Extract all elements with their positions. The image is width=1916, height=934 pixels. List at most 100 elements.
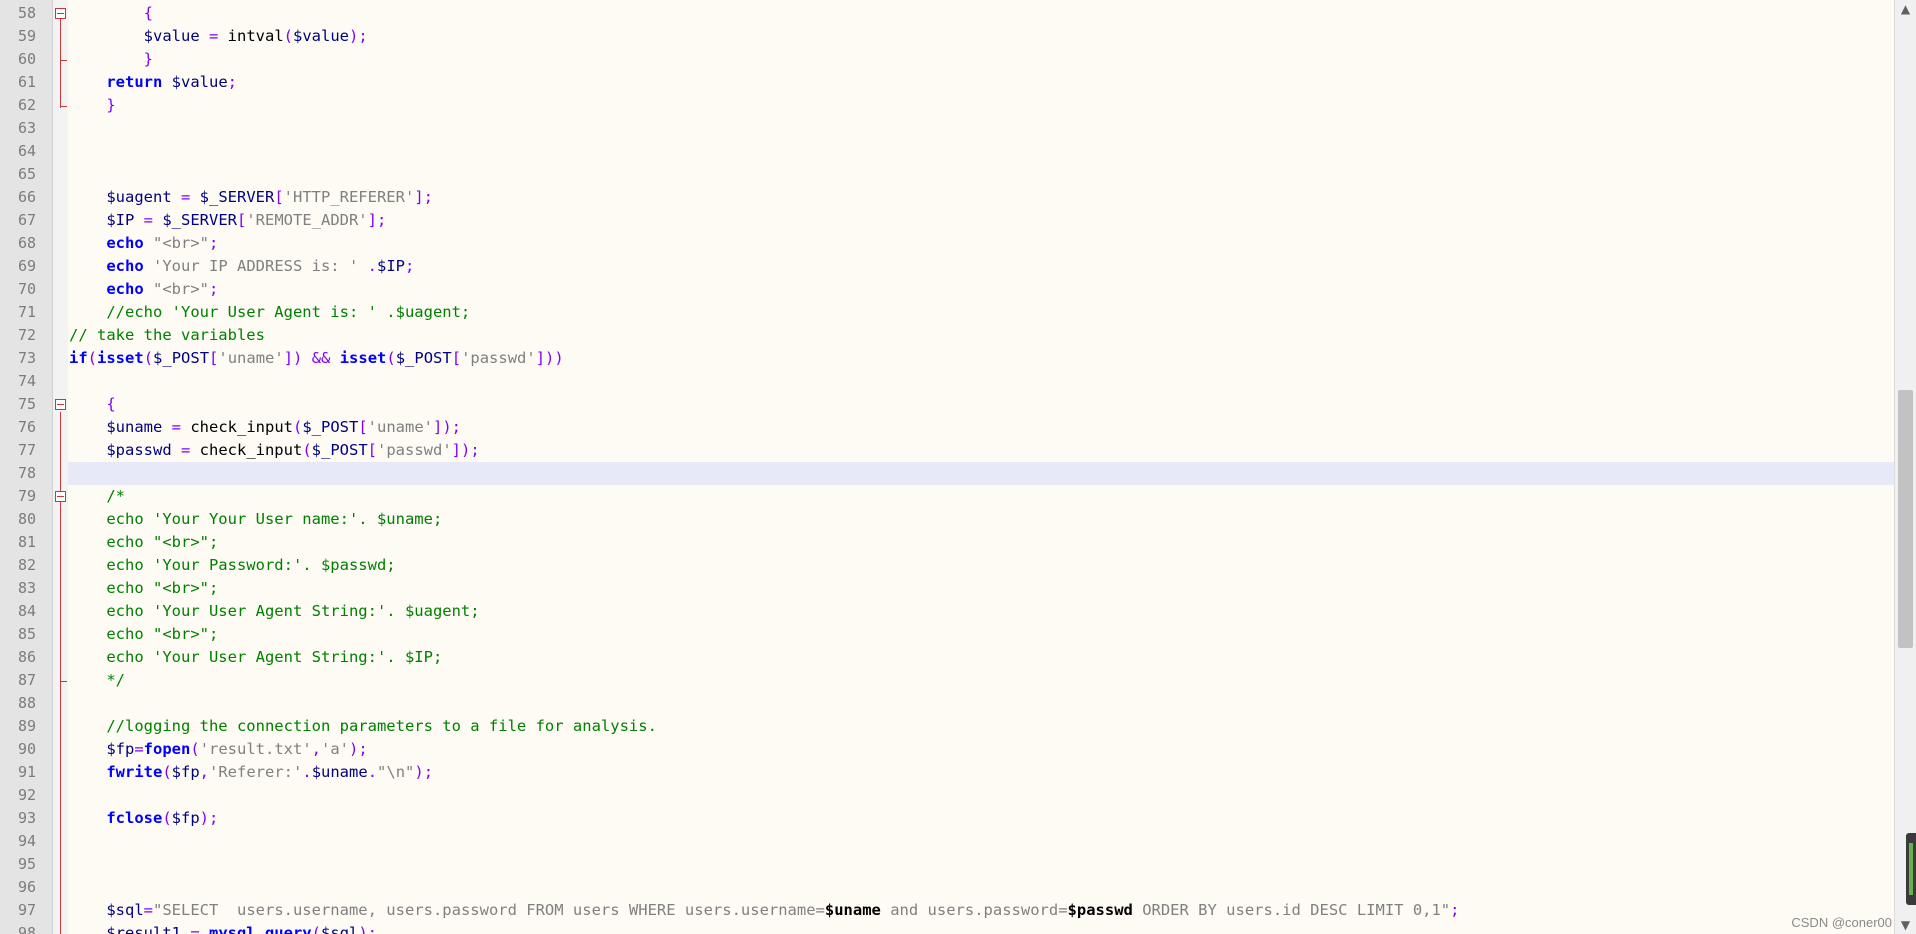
code-text[interactable]: echo 'Your IP ADDRESS is: ' .$IP; [69,255,414,278]
line-number: 68 [17,234,36,252]
code-line[interactable]: 80 echo 'Your Your User name:'. $uname; [0,508,1895,531]
code-text[interactable]: { [69,393,115,416]
code-line[interactable]: 82 echo 'Your Password:'. $passwd; [0,554,1895,577]
code-text[interactable]: echo 'Your Password:'. $passwd; [69,554,395,577]
code-text[interactable]: echo "<br>"; [69,278,218,301]
code-text[interactable]: /* [69,485,125,508]
code-text[interactable]: echo "<br>"; [69,232,218,255]
code-token: $uname [311,763,368,781]
code-text[interactable]: $value = intval($value); [69,25,368,48]
code-token: $uname [106,418,163,436]
code-token: echo 'Your User Agent String:'. $uagent; [69,602,480,620]
code-token: isset [97,349,144,367]
code-line[interactable]: 78 [0,462,1895,485]
code-token: // take the variables [69,326,265,344]
code-text[interactable]: } [69,48,153,71]
code-line[interactable]: 67 $IP = $_SERVER['REMOTE_ADDR']; [0,209,1895,232]
fold-toggle-icon[interactable] [55,8,66,19]
code-text[interactable]: */ [69,669,125,692]
line-number: 84 [17,602,36,620]
code-text[interactable]: // take the variables [69,324,265,347]
line-number: 74 [17,372,36,390]
vertical-scrollbar[interactable]: ▲ ▼ [1894,0,1916,934]
code-line[interactable]: 91 fwrite($fp,'Referer:'.$uname."\n"); [0,761,1895,784]
code-line[interactable]: 70 echo "<br>"; [0,278,1895,301]
code-token: [ [451,349,462,367]
code-text[interactable]: echo "<br>"; [69,531,218,554]
code-text[interactable]: { [69,2,153,25]
code-text[interactable]: echo "<br>"; [69,623,218,646]
code-line[interactable]: 83 echo "<br>"; [0,577,1895,600]
code-text[interactable]: $passwd = check_input($_POST['passwd']); [69,439,479,462]
code-text[interactable]: $uagent = $_SERVER['HTTP_REFERER']; [69,186,433,209]
code-line[interactable]: 95 [0,853,1895,876]
code-line[interactable]: 58 { [0,2,1895,25]
code-line[interactable]: 59 $value = intval($value); [0,25,1895,48]
code-token: 'passwd' [377,441,452,459]
code-line[interactable]: 89 //logging the connection parameters t… [0,715,1895,738]
code-text[interactable]: return $value; [69,71,237,94]
code-line[interactable]: 98 $result1 = mysql_query($sql); [0,922,1895,934]
scroll-up-arrow-icon[interactable]: ▲ [1895,0,1916,18]
code-text[interactable]: $sql="SELECT users.username, users.passw… [69,899,1459,922]
code-text[interactable]: echo "<br>"; [69,577,218,600]
line-number: 77 [17,441,36,459]
code-token: [ [274,188,284,206]
code-line[interactable]: 73 if(isset($_POST['uname']) && isset($_P… [0,347,1895,370]
code-line[interactable]: 76 $uname = check_input($_POST['uname'])… [0,416,1895,439]
line-number: 82 [17,556,36,574]
code-line[interactable]: 96 [0,876,1895,899]
code-text[interactable]: echo 'Your Your User name:'. $uname; [69,508,442,531]
code-text[interactable]: echo 'Your User Agent String:'. $uagent; [69,600,480,623]
code-editor[interactable]: 58 {59 $value = intval($value); 60 } 61 re… [0,0,1916,934]
code-line[interactable]: 93 fclose($fp); [0,807,1895,830]
code-text[interactable]: echo 'Your User Agent String:'. $IP; [69,646,442,669]
code-text[interactable]: //echo 'Your User Agent is: ' .$uagent; [69,301,470,324]
code-text[interactable]: //logging the connection parameters to a… [69,715,657,738]
code-token: ( [162,809,172,827]
scroll-down-arrow-icon[interactable]: ▼ [1895,916,1916,934]
code-line[interactable]: 86 echo 'Your User Agent String:'. $IP; [0,646,1895,669]
scroll-thumb[interactable] [1898,390,1913,648]
code-line[interactable]: 90 $fp=fopen('result.txt','a'); [0,738,1895,761]
code-line[interactable]: 92 [0,784,1895,807]
code-line[interactable]: 62 } [0,94,1895,117]
code-line[interactable]: 65 [0,163,1895,186]
fold-toggle-icon[interactable] [55,399,66,410]
code-line[interactable]: 79 /* [0,485,1895,508]
code-text[interactable]: } [69,94,115,117]
code-line[interactable]: 60 } [0,48,1895,71]
code-line[interactable]: 66 $uagent = $_SERVER['HTTP_REFERER']; [0,186,1895,209]
code-token: ); [199,809,219,827]
code-token: = [171,441,200,459]
code-line[interactable]: 77 $passwd = check_input($_POST['passwd'… [0,439,1895,462]
code-line[interactable]: 87 */ [0,669,1895,692]
code-line[interactable]: 72 // take the variables [0,324,1895,347]
code-line[interactable]: 71 //echo 'Your User Agent is: ' .$uagen… [0,301,1895,324]
code-line[interactable]: 75 { [0,393,1895,416]
code-text[interactable]: $fp=fopen('result.txt','a'); [69,738,367,761]
code-line[interactable]: 94 [0,830,1895,853]
code-text[interactable]: $uname = check_input($_POST['uname']); [69,416,461,439]
code-text[interactable]: fclose($fp); [69,807,218,830]
code-line[interactable]: 74 [0,370,1895,393]
code-line[interactable]: 68 echo "<br>"; [0,232,1895,255]
code-token: [ [358,418,368,436]
code-line[interactable]: 69 echo 'Your IP ADDRESS is: ' .$IP; [0,255,1895,278]
code-line[interactable]: 88 [0,692,1895,715]
code-text[interactable]: $IP = $_SERVER['REMOTE_ADDR']; [69,209,386,232]
code-line[interactable]: 81 echo "<br>"; [0,531,1895,554]
line-number: 64 [17,142,36,160]
code-line[interactable]: 63 [0,117,1895,140]
fold-toggle-icon[interactable] [55,491,66,502]
code-line[interactable]: 97 $sql="SELECT users.username, users.pa… [0,899,1895,922]
code-text[interactable]: $result1 = mysql_query($sql); [69,922,377,934]
code-line[interactable]: 84 echo 'Your User Agent String:'. $uage… [0,600,1895,623]
code-text[interactable]: if(isset($_POST['uname']) && isset($_POS… [69,347,564,370]
code-line[interactable]: 61 return $value; [0,71,1895,94]
code-line[interactable]: 85 echo "<br>"; [0,623,1895,646]
code-line[interactable]: 64 [0,140,1895,163]
code-text[interactable]: fwrite($fp,'Referer:'.$uname."\n"); [69,761,433,784]
